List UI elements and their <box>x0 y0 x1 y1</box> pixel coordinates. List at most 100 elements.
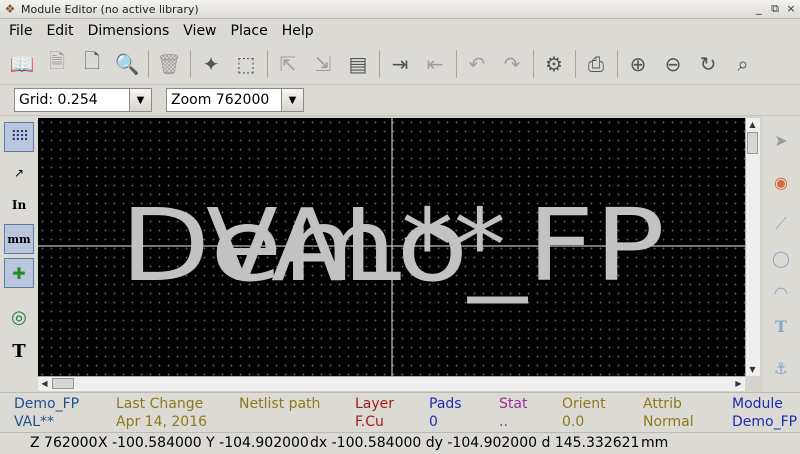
zoom-out-icon[interactable]: ⊖ <box>657 48 689 80</box>
delete-icon[interactable]: 🗑 <box>153 48 185 80</box>
window-title: Module Editor (no active library) <box>21 2 199 16</box>
msg-title: Orient <box>562 396 606 412</box>
status-rel-coords: dx -100.584000 dy -104.902000 d 145.3326… <box>310 435 640 451</box>
status-zoom: Z 762000 <box>30 435 98 451</box>
zoom-select[interactable]: Zoom 762000 ▼ <box>166 88 304 112</box>
vertical-scroll-thumb[interactable] <box>747 132 758 154</box>
zoom-in-icon[interactable]: ⊕ <box>622 48 654 80</box>
left-options-toolbar: ⠿⠿ ↗ In mm ✚ ◎ T <box>0 116 38 392</box>
add-arc-icon[interactable]: ◠ <box>767 278 795 306</box>
right-tools-toolbar: ➤ ◉ ⟋ ◯ ◠ T ⚓ <box>762 116 800 392</box>
zoom-fit-icon[interactable]: ⌕ <box>727 48 759 80</box>
load-footprint-icon[interactable]: 🔍 <box>111 48 143 80</box>
chevron-down-icon[interactable]: ▼ <box>129 89 151 111</box>
message-panel: Demo_FP VAL** Last Change Apr 14, 2016 N… <box>0 392 800 432</box>
add-line-icon[interactable]: ⟋ <box>767 210 795 238</box>
horizontal-scrollbar[interactable]: ◀ ▶ <box>38 376 745 391</box>
status-bar: Z 762000 X -100.584000 Y -104.902000 dx … <box>0 432 800 454</box>
status-abs-coords: X -100.584000 Y -104.902000 <box>98 435 309 451</box>
pad-visibility-icon[interactable]: ◎ <box>4 302 34 332</box>
msg-title: Attrib <box>643 396 682 412</box>
msg-title: Netlist path <box>239 396 321 412</box>
zoom-select-value: Zoom 762000 <box>171 92 270 108</box>
import-footprint-icon[interactable]: ⇥ <box>384 48 416 80</box>
msg-value: .. <box>499 414 508 430</box>
export-icon[interactable]: ▤ <box>342 48 374 80</box>
maximize-button[interactable]: ⧉ <box>768 2 782 16</box>
msg-title: Layer <box>355 396 395 412</box>
grid-select-value: Grid: 0.254 <box>19 92 98 108</box>
load-from-board-icon[interactable]: ⬚ <box>230 48 262 80</box>
msg-value: Normal <box>643 414 694 430</box>
select-arrow-icon[interactable]: ➤ <box>767 126 795 154</box>
toolbar-separator <box>533 49 534 78</box>
add-circle-icon[interactable]: ◯ <box>767 244 795 272</box>
menu-file[interactable]: File <box>4 19 37 43</box>
menu-help[interactable]: Help <box>277 19 319 43</box>
msg-item-layer: Layer F.Cu <box>355 395 394 431</box>
msg-item-module: Module Demo_FP <box>732 395 797 431</box>
inch-units-icon[interactable]: In <box>4 190 34 220</box>
redraw-icon[interactable]: ↻ <box>692 48 724 80</box>
msg-item-orient: Orient 0.0 <box>562 395 606 431</box>
save-library-icon[interactable]: 🗎 <box>41 48 73 80</box>
scroll-up-icon[interactable]: ▲ <box>746 118 759 131</box>
menu-place[interactable]: Place <box>226 19 273 43</box>
msg-value: Apr 14, 2016 <box>116 414 208 430</box>
msg-item-attrib: Attrib Normal <box>643 395 694 431</box>
msg-value: VAL** <box>14 414 55 430</box>
toolbar-separator <box>267 49 268 78</box>
toolbar-separator <box>148 49 149 78</box>
toolbar-separator <box>456 49 457 78</box>
title-bar: ❖ Module Editor (no active library) _ ⧉ … <box>0 0 800 19</box>
footprint-wizard-icon[interactable]: ✦ <box>195 48 227 80</box>
add-text-icon[interactable]: T <box>767 312 795 340</box>
toolbar-separator <box>190 49 191 78</box>
print-icon[interactable]: ⎙ <box>580 48 612 80</box>
horizontal-scroll-thumb[interactable] <box>52 378 74 389</box>
msg-item-stat: Stat .. <box>499 395 527 431</box>
export-footprint-icon[interactable]: ⇤ <box>419 48 451 80</box>
msg-value: 0 <box>429 414 438 430</box>
menu-edit[interactable]: Edit <box>41 19 78 43</box>
menu-view[interactable]: View <box>178 19 221 43</box>
msg-title: Pads <box>429 396 462 412</box>
main-toolbar: 📖 🗎 🗋 🔍 🗑 ✦ ⬚ ⇱ ⇲ ▤ ⇥ ⇤ ↶ ↷ ⚙ ⎙ ⊕ ⊖ ↻ ⌕ <box>0 43 800 85</box>
update-board-icon[interactable]: ⇲ <box>307 48 339 80</box>
vertical-scrollbar[interactable]: ▲ ▼ <box>745 118 760 376</box>
msg-value: F.Cu <box>355 414 384 430</box>
scroll-left-icon[interactable]: ◀ <box>38 377 51 390</box>
footprint-value-text: VAL** <box>206 187 506 304</box>
drawing-canvas[interactable]: Demo_FP VAL** <box>38 118 745 376</box>
mm-units-icon[interactable]: mm <box>4 224 34 254</box>
msg-item-last-change: Last Change Apr 14, 2016 <box>116 395 207 431</box>
status-units: mm <box>641 435 669 451</box>
redo-icon[interactable]: ↷ <box>496 48 528 80</box>
properties-icon[interactable]: ⚙ <box>538 48 570 80</box>
anchor-icon[interactable]: ⚓ <box>767 354 795 382</box>
undo-icon[interactable]: ↶ <box>461 48 493 80</box>
msg-item-netlist-path: Netlist path <box>239 395 320 413</box>
msg-title: Stat <box>499 396 528 412</box>
msg-title: Last Change <box>116 396 204 412</box>
app-icon: ❖ <box>4 2 16 16</box>
footprint-view: Demo_FP VAL** <box>38 118 745 376</box>
new-footprint-icon[interactable]: 🗋 <box>76 48 108 80</box>
polar-coords-icon[interactable]: ↗ <box>4 158 34 188</box>
grid-select[interactable]: Grid: 0.254 ▼ <box>14 88 152 112</box>
select-library-icon[interactable]: 📖 <box>6 48 38 80</box>
scroll-right-icon[interactable]: ▶ <box>732 377 745 390</box>
text-sketch-icon[interactable]: T <box>4 336 34 366</box>
scroll-down-icon[interactable]: ▼ <box>746 363 759 376</box>
chevron-down-icon[interactable]: ▼ <box>281 89 303 111</box>
minimize-button[interactable]: _ <box>752 2 766 16</box>
insert-into-board-icon[interactable]: ⇱ <box>272 48 304 80</box>
add-pad-icon[interactable]: ◉ <box>767 168 795 196</box>
cursor-shape-icon[interactable]: ✚ <box>4 258 34 288</box>
grid-toggle-icon[interactable]: ⠿⠿ <box>4 122 34 152</box>
menu-dimensions[interactable]: Dimensions <box>83 19 175 43</box>
close-button[interactable]: × <box>784 2 798 16</box>
menu-bar: File Edit Dimensions View Place Help <box>0 19 800 43</box>
msg-title: Module <box>732 396 783 412</box>
msg-item-pads: Pads 0 <box>429 395 462 431</box>
